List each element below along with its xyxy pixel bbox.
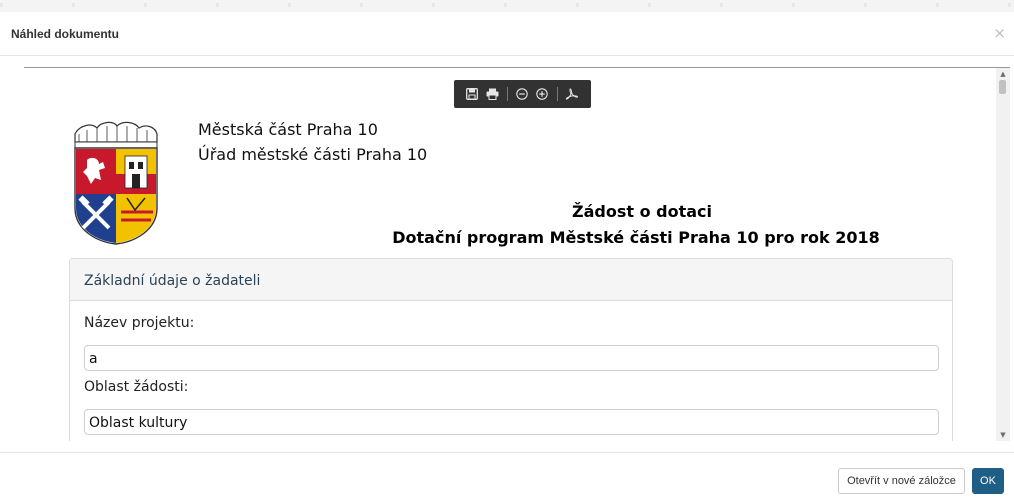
scrollbar-thumb[interactable] bbox=[999, 80, 1006, 94]
project-name-field: a bbox=[84, 345, 939, 371]
background-page-strip bbox=[0, 0, 1014, 12]
toolbar-separator bbox=[507, 87, 508, 101]
ok-button[interactable]: OK bbox=[972, 468, 1004, 494]
request-area-field: Oblast kultury bbox=[84, 409, 939, 435]
panel-heading: Základní údaje o žadateli bbox=[70, 259, 952, 301]
organization-name: Městská část Praha 10 bbox=[198, 120, 378, 139]
scroll-down-arrow[interactable]: ▼ bbox=[996, 429, 1010, 441]
office-name: Úřad městské části Praha 10 bbox=[198, 145, 428, 164]
project-name-label: Název projektu: bbox=[84, 315, 195, 331]
modal-footer: Otevřít v nové záložce OK bbox=[0, 452, 1014, 503]
zoom-out-icon[interactable] bbox=[514, 86, 530, 102]
modal-title: Náhled dokumentu bbox=[11, 27, 120, 41]
modal-header: Náhled dokumentu × bbox=[0, 12, 1014, 56]
document-title: Žádost o dotaci bbox=[571, 202, 712, 221]
pdf-toolbar bbox=[454, 80, 591, 108]
open-new-tab-button[interactable]: Otevřít v nové záložce bbox=[838, 468, 965, 494]
close-icon[interactable]: × bbox=[993, 24, 1006, 42]
zoom-in-icon[interactable] bbox=[534, 86, 550, 102]
document-viewer[interactable]: Městská část Praha 10 Úřad městské části… bbox=[24, 67, 1010, 441]
acrobat-icon[interactable] bbox=[564, 86, 580, 102]
toolbar-separator bbox=[557, 87, 558, 101]
save-icon[interactable] bbox=[464, 86, 480, 102]
vertical-scrollbar[interactable]: ▲ ▼ bbox=[996, 68, 1010, 441]
coat-of-arms-image bbox=[74, 121, 158, 245]
applicant-info-panel: Základní údaje o žadateli Název projektu… bbox=[69, 258, 953, 441]
request-area-label: Oblast žádosti: bbox=[84, 379, 189, 395]
print-icon[interactable] bbox=[484, 86, 500, 102]
scroll-up-arrow[interactable]: ▲ bbox=[996, 68, 1010, 80]
document-subtitle: Dotační program Městské části Praha 10 p… bbox=[392, 228, 880, 247]
